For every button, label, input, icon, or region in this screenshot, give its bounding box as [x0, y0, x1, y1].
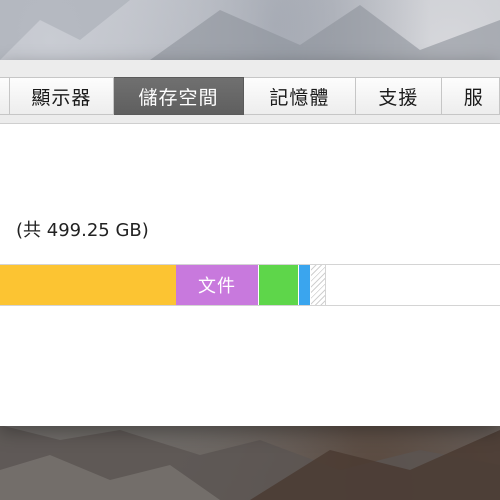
tab-bar: 顯示器 儲存空間 記憶體 支援 服 — [0, 77, 500, 117]
tab-support[interactable]: 支援 — [356, 77, 442, 115]
segment-photos[interactable] — [258, 265, 298, 305]
tab-partial-left[interactable] — [0, 77, 10, 115]
tab-memory[interactable]: 記憶體 — [243, 77, 357, 115]
tab-storage[interactable]: 儲存空間 — [114, 77, 244, 115]
storage-usage-bar: 文件 — [0, 264, 500, 306]
segment-purgeable[interactable] — [310, 265, 325, 305]
system-info-window: 顯示器 儲存空間 記憶體 支援 服 (共 499.25 GB) 文件 — [0, 60, 500, 426]
segment-system[interactable] — [298, 265, 310, 305]
capacity-label: (共 499.25 GB) — [16, 220, 149, 241]
segment-documents[interactable]: 文件 — [176, 265, 258, 305]
tab-service[interactable]: 服 — [441, 77, 500, 115]
segment-documents-label: 文件 — [198, 276, 236, 297]
segment-free-space — [325, 265, 500, 305]
storage-panel: (共 499.25 GB) 文件 — [0, 123, 500, 426]
tab-displays[interactable]: 顯示器 — [9, 77, 115, 115]
segment-apps[interactable] — [0, 265, 176, 305]
